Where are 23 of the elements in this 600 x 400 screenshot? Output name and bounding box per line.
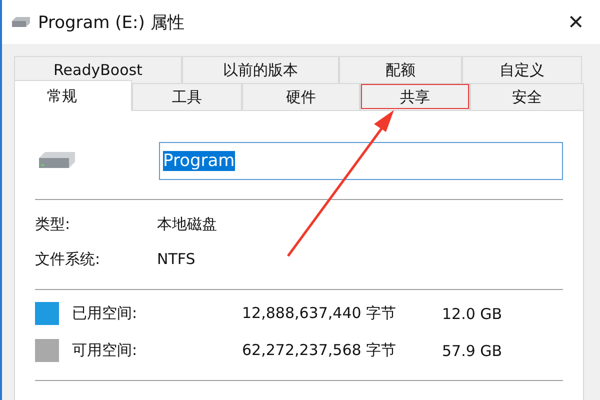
size-value: 12.0 GB [442, 304, 504, 322]
tab[interactable]: ReadyBoost [14, 56, 182, 83]
space-label: 已用空间: [72, 304, 138, 323]
tab[interactable]: 常规 [14, 80, 132, 111]
tab[interactable]: 自定义 [462, 56, 582, 83]
space-label: 可用空间: [72, 341, 138, 360]
byte-count: 12,888,637,440 字节 [242, 304, 398, 323]
tab[interactable]: 以前的版本 [182, 56, 339, 83]
tab[interactable]: 硬件 [242, 83, 360, 110]
byte-count: 62,272,237,568 字节 [242, 341, 398, 360]
property-value: 本地磁盘 [157, 215, 218, 234]
name-field[interactable]: Program [159, 142, 563, 180]
close-button[interactable]: ✕ [558, 4, 594, 40]
property-label: 类型: [35, 215, 72, 234]
tab[interactable]: 共享 [360, 83, 470, 110]
property-label: 文件系统: [35, 250, 102, 269]
tab[interactable]: 工具 [132, 83, 242, 110]
drive-icon [10, 16, 32, 28]
window-title: Program (E:) 属性 [38, 12, 184, 34]
size-value: 57.9 GB [442, 342, 504, 360]
tab[interactable]: 配额 [339, 56, 462, 83]
tab[interactable]: 安全 [470, 83, 584, 110]
property-value: NTFS [157, 250, 196, 269]
